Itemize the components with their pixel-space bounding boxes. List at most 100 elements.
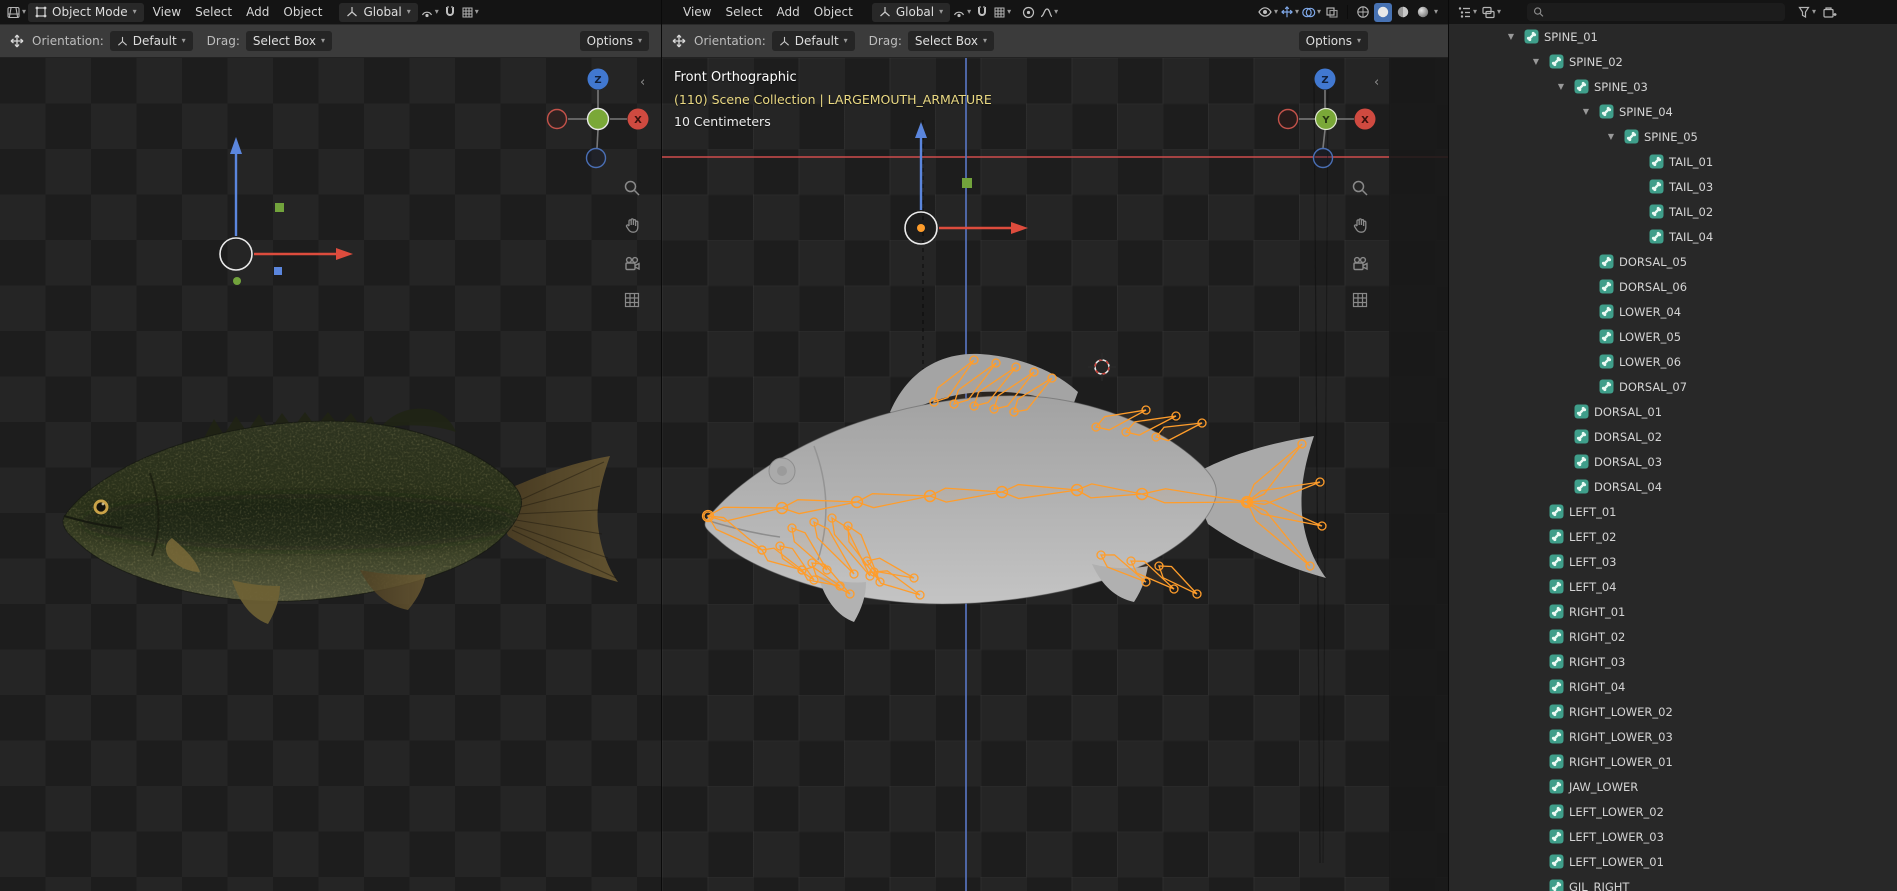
expand-triangle-icon[interactable]: ▼ — [1578, 107, 1594, 116]
gizmo-plane-handle-green[interactable] — [962, 178, 972, 188]
shading-dropdown[interactable]: ▾ — [1434, 8, 1438, 16]
outliner-item-left_lower_02[interactable]: LEFT_LOWER_02 — [1449, 799, 1897, 824]
menu-add[interactable]: Add — [770, 5, 807, 19]
outliner-item-dorsal_05[interactable]: DORSAL_05 — [1449, 249, 1897, 274]
display-mode-dropdown[interactable]: ▾ — [1481, 3, 1501, 22]
sidebar-toggle-icon[interactable]: ‹ — [640, 76, 645, 89]
drag-mode-dropdown[interactable]: Select Box ▾ — [907, 31, 995, 51]
move-gizmo[interactable] — [219, 137, 353, 285]
options-dropdown[interactable]: Options ▾ — [579, 31, 649, 51]
filter-dropdown[interactable]: ▾ — [1797, 3, 1816, 22]
outliner-item-jaw_lower[interactable]: JAW_LOWER — [1449, 774, 1897, 799]
pan-hand-icon[interactable] — [621, 214, 643, 236]
outliner-item-left_03[interactable]: LEFT_03 — [1449, 549, 1897, 574]
outliner-item-right_lower_02[interactable]: RIGHT_LOWER_02 — [1449, 699, 1897, 724]
shading-rendered-button[interactable] — [1414, 3, 1432, 22]
nav-axis-z-neg[interactable] — [585, 147, 607, 169]
outliner-item-left_lower_01[interactable]: LEFT_LOWER_01 — [1449, 849, 1897, 874]
snap-target-dropdown[interactable]: ▾ — [952, 3, 971, 22]
move-gizmo[interactable] — [904, 122, 1028, 245]
snap-settings-dropdown[interactable]: ▾ — [993, 3, 1011, 22]
outliner-item-right_03[interactable]: RIGHT_03 — [1449, 649, 1897, 674]
outliner-item-dorsal_07[interactable]: DORSAL_07 — [1449, 374, 1897, 399]
outliner-item-spine_04[interactable]: ▼ SPINE_04 — [1449, 99, 1897, 124]
active-tool-tweak-icon[interactable] — [670, 32, 688, 51]
editor-type-3d-viewport-icon[interactable]: ▾ — [6, 3, 26, 22]
nav-axis-z-neg[interactable] — [1312, 147, 1334, 169]
tool-orientation-dropdown[interactable]: Default ▾ — [109, 31, 193, 51]
viewport-canvas-front[interactable]: Z Y X Front Orthographic (110) Scene Col… — [662, 58, 1448, 891]
outliner-item-tail_04[interactable]: TAIL_04 — [1449, 224, 1897, 249]
orthographic-grid-icon[interactable] — [621, 289, 643, 311]
expand-triangle-icon[interactable]: ▼ — [1528, 57, 1544, 66]
outliner-item-spine_05[interactable]: ▼ SPINE_05 — [1449, 124, 1897, 149]
outliner-item-dorsal_06[interactable]: DORSAL_06 — [1449, 274, 1897, 299]
outliner-item-right_02[interactable]: RIGHT_02 — [1449, 624, 1897, 649]
menu-object[interactable]: Object — [807, 5, 860, 19]
expand-triangle-icon[interactable]: ▼ — [1553, 82, 1569, 91]
expand-triangle-icon[interactable]: ▼ — [1603, 132, 1619, 141]
outliner-item-dorsal_01[interactable]: DORSAL_01 — [1449, 399, 1897, 424]
gizmo-y-handle[interactable] — [233, 277, 241, 285]
outliner-item-dorsal_03[interactable]: DORSAL_03 — [1449, 449, 1897, 474]
proportional-falloff-dropdown[interactable]: ▾ — [1039, 3, 1058, 22]
search-input[interactable] — [1549, 5, 1780, 19]
snap-magnet-toggle[interactable] — [973, 3, 991, 22]
outliner-item-lower_04[interactable]: LOWER_04 — [1449, 299, 1897, 324]
menu-view[interactable]: View — [146, 5, 188, 19]
show-gizmos-dropdown[interactable]: ▾ — [1280, 3, 1299, 22]
snap-magnet-toggle[interactable] — [441, 3, 459, 22]
show-overlays-dropdown[interactable]: ▾ — [1301, 3, 1321, 22]
outliner-item-right_04[interactable]: RIGHT_04 — [1449, 674, 1897, 699]
editor-type-outliner-icon[interactable]: ▾ — [1457, 3, 1477, 22]
tool-orientation-dropdown[interactable]: Default ▾ — [771, 31, 855, 51]
outliner-item-tail_03[interactable]: TAIL_03 — [1449, 174, 1897, 199]
options-dropdown[interactable]: Options ▾ — [1298, 31, 1368, 51]
outliner-item-gil_right[interactable]: GIL_RIGHT — [1449, 874, 1897, 891]
navigation-gizmo[interactable]: Z Y X — [1277, 68, 1376, 169]
outliner-item-tail_01[interactable]: TAIL_01 — [1449, 149, 1897, 174]
outliner-item-right_01[interactable]: RIGHT_01 — [1449, 599, 1897, 624]
active-tool-tweak-icon[interactable] — [8, 32, 26, 51]
nav-axis-x-neg[interactable] — [1277, 108, 1299, 130]
outliner-search[interactable] — [1527, 3, 1786, 21]
proportional-editing-toggle[interactable] — [1019, 3, 1037, 22]
shading-wireframe-button[interactable] — [1354, 3, 1372, 22]
outliner-item-spine_01[interactable]: ▼ SPINE_01 — [1449, 24, 1897, 49]
viewport-canvas-object-mode[interactable]: Z X ‹ — [0, 58, 661, 891]
zoom-icon[interactable] — [621, 177, 643, 199]
outliner-item-right_lower_03[interactable]: RIGHT_LOWER_03 — [1449, 724, 1897, 749]
gizmo-plane-handle-green[interactable] — [275, 203, 284, 212]
sidebar-toggle-icon[interactable]: ‹ — [1374, 76, 1379, 89]
object-visibility-dropdown[interactable]: ▾ — [1257, 3, 1278, 22]
outliner-item-lower_06[interactable]: LOWER_06 — [1449, 349, 1897, 374]
outliner-item-dorsal_02[interactable]: DORSAL_02 — [1449, 424, 1897, 449]
transform-orientation-dropdown[interactable]: Global ▾ — [871, 2, 951, 22]
shading-material-button[interactable] — [1394, 3, 1412, 22]
mode-dropdown[interactable]: Object Mode ▾ — [28, 2, 144, 22]
drag-mode-dropdown[interactable]: Select Box ▾ — [245, 31, 333, 51]
gizmo-plane-handle-blue[interactable] — [274, 267, 282, 275]
outliner-item-tail_02[interactable]: TAIL_02 — [1449, 199, 1897, 224]
outliner-item-left_lower_03[interactable]: LEFT_LOWER_03 — [1449, 824, 1897, 849]
outliner-item-left_04[interactable]: LEFT_04 — [1449, 574, 1897, 599]
menu-object[interactable]: Object — [276, 5, 329, 19]
outliner-item-lower_05[interactable]: LOWER_05 — [1449, 324, 1897, 349]
fish-render[interactable] — [62, 408, 618, 624]
nav-axis-x-neg[interactable] — [546, 108, 568, 130]
transform-orientation-dropdown[interactable]: Global ▾ — [339, 2, 418, 22]
camera-view-icon[interactable] — [1349, 253, 1371, 275]
pan-hand-icon[interactable] — [1349, 214, 1371, 236]
outliner-item-right_lower_01[interactable]: RIGHT_LOWER_01 — [1449, 749, 1897, 774]
orthographic-grid-icon[interactable] — [1349, 289, 1371, 311]
nav-axis-y[interactable] — [586, 107, 610, 131]
navigation-gizmo[interactable]: Z X — [546, 68, 649, 169]
camera-view-icon[interactable] — [621, 253, 643, 275]
shading-solid-button[interactable] — [1373, 2, 1392, 22]
snap-settings-dropdown[interactable]: ▾ — [461, 3, 479, 22]
menu-select[interactable]: Select — [718, 5, 769, 19]
menu-add[interactable]: Add — [239, 5, 276, 19]
toggle-xray[interactable] — [1323, 3, 1341, 22]
expand-triangle-icon[interactable]: ▼ — [1503, 32, 1519, 41]
outliner-item-left_01[interactable]: LEFT_01 — [1449, 499, 1897, 524]
